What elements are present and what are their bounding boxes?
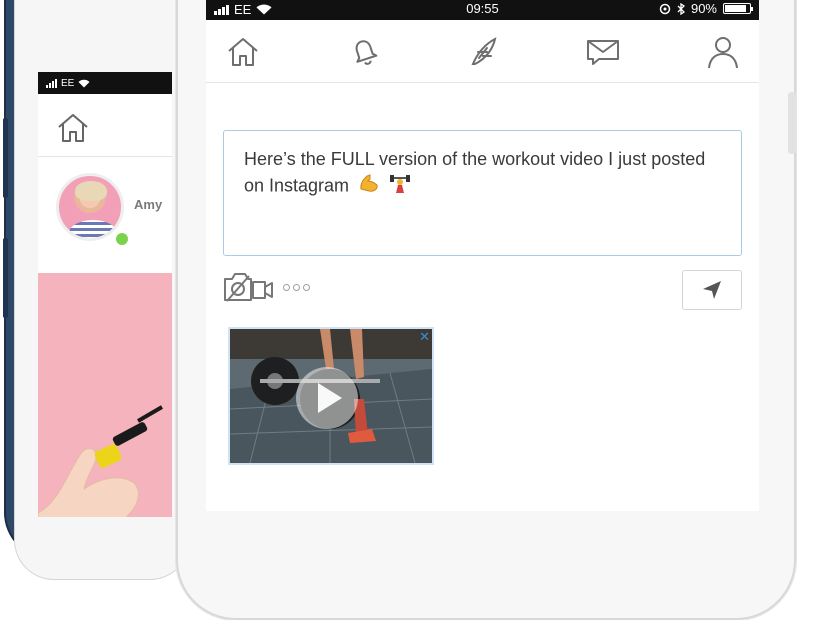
status-bar: EE 09:55 90% <box>206 0 759 20</box>
send-arrow-icon <box>703 281 721 299</box>
battery-percent: 90% <box>690 1 717 16</box>
battery-icon <box>723 3 753 14</box>
attach-media-button[interactable] <box>223 270 273 304</box>
online-status-indicator <box>114 231 130 247</box>
nav-notifications[interactable] <box>343 32 383 72</box>
send-button[interactable] <box>682 270 742 310</box>
main-phone-screen: EE 09:55 90% Here’s the FULL version of … <box>206 0 759 511</box>
user-icon <box>708 37 738 69</box>
background-nav-bar <box>38 94 172 157</box>
signal-icon <box>46 78 57 88</box>
video-attachment-thumbnail[interactable]: ✕ <box>228 327 434 465</box>
nav-profile[interactable] <box>703 32 743 72</box>
profile-card[interactable]: Amy <box>38 157 172 274</box>
alarm-icon <box>659 3 671 14</box>
camera-video-icon <box>224 273 273 302</box>
more-options-button[interactable] <box>283 284 310 291</box>
mascara-hand-illustration <box>38 405 164 517</box>
play-button[interactable] <box>296 367 358 429</box>
side-button <box>788 92 796 154</box>
post-text: Here’s the FULL version of the workout v… <box>244 149 706 196</box>
nav-home[interactable] <box>223 32 263 72</box>
promo-image <box>38 273 172 517</box>
home-icon <box>228 38 258 66</box>
volume-button <box>3 238 8 318</box>
weight-lifter-emoji <box>389 172 411 201</box>
volume-button <box>3 118 8 198</box>
carrier-label: EE <box>61 77 75 89</box>
nav-messages[interactable] <box>583 32 623 72</box>
wifi-icon <box>78 79 90 87</box>
top-nav-bar <box>206 20 759 83</box>
composer-toolbar <box>223 268 742 312</box>
post-composer-input[interactable]: Here’s the FULL version of the workout v… <box>223 130 742 256</box>
background-phone-screen: EE Amy <box>38 72 172 517</box>
avatar[interactable] <box>56 173 124 241</box>
flexed-biceps-emoji <box>358 173 380 200</box>
remove-attachment-button[interactable]: ✕ <box>419 329 430 345</box>
home-icon[interactable] <box>56 112 90 144</box>
nav-compose[interactable] <box>463 32 503 72</box>
more-dots-icon <box>283 284 290 291</box>
envelope-icon <box>587 40 619 65</box>
bluetooth-icon <box>677 2 685 15</box>
status-bar: EE <box>38 72 172 94</box>
quill-icon <box>471 37 497 65</box>
profile-name: Amy <box>134 197 163 212</box>
bell-icon <box>355 40 378 65</box>
